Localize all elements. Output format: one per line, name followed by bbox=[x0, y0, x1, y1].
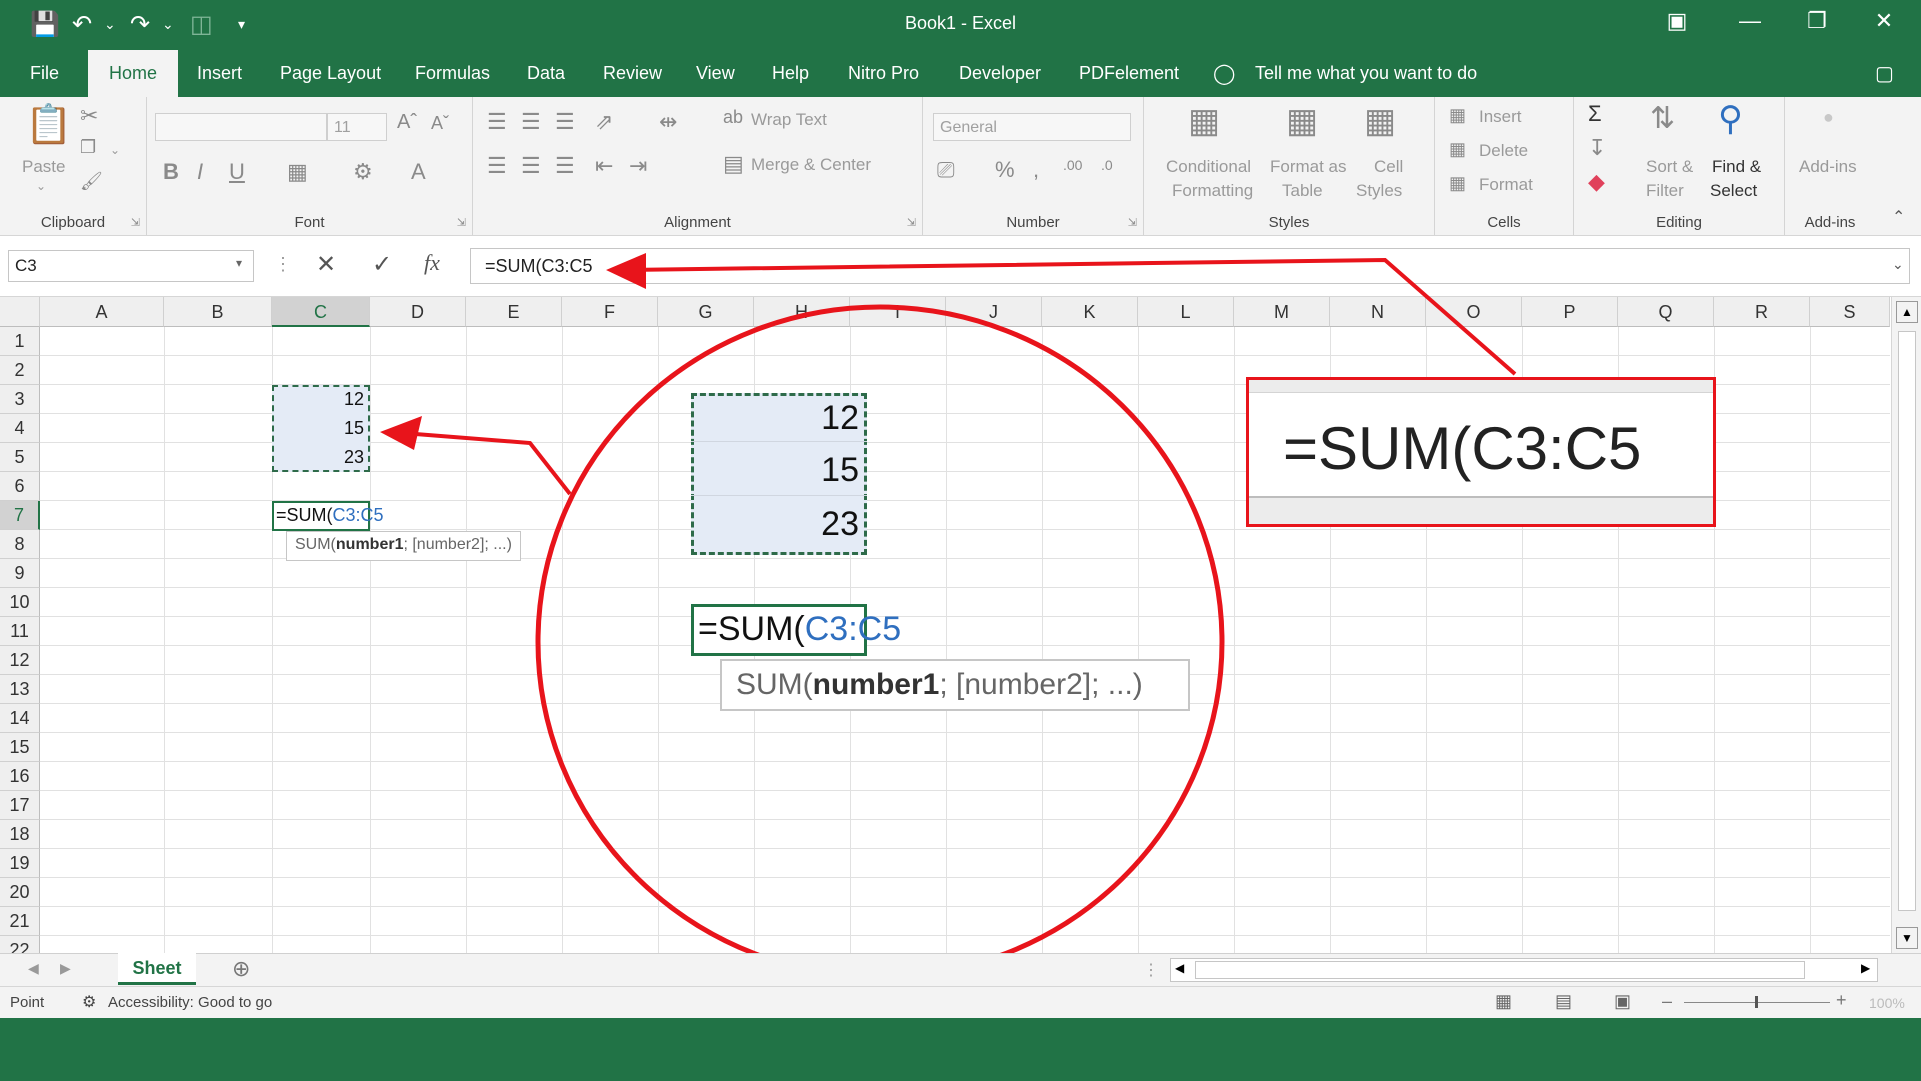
accessibility-icon[interactable]: ⚙ bbox=[82, 992, 96, 1012]
prev-sheet-icon[interactable]: ◀ bbox=[28, 960, 39, 977]
next-sheet-icon[interactable]: ▶ bbox=[60, 960, 71, 977]
scroll-right-icon[interactable]: ▶ bbox=[1861, 961, 1870, 975]
status-bar: Point ⚙ Accessibility: Good to go ▦ ▤ ▣ … bbox=[0, 986, 1921, 1019]
annotation-overlay bbox=[380, 253, 1517, 980]
normal-view-icon[interactable]: ▦ bbox=[1495, 991, 1512, 1012]
accessibility-status[interactable]: Accessibility: Good to go bbox=[108, 994, 272, 1011]
arrowhead-selection bbox=[380, 416, 422, 450]
new-sheet-icon[interactable]: ⊕ bbox=[232, 956, 250, 982]
zoom-circle-outline bbox=[535, 304, 1225, 980]
horizontal-scroll-thumb[interactable] bbox=[1195, 961, 1805, 979]
zoom-out-icon[interactable]: – bbox=[1662, 991, 1672, 1012]
zoom-in-icon[interactable]: + bbox=[1836, 990, 1847, 1011]
page-break-view-icon[interactable]: ▣ bbox=[1614, 991, 1631, 1012]
sheet-tabs-bar: ◀ ▶ Sheet ⊕ ⋮ ◀ ▶ bbox=[0, 953, 1921, 987]
arrowhead-formula-bar bbox=[606, 253, 646, 289]
bottom-band bbox=[0, 1018, 1921, 1081]
arrow-to-formula-bar bbox=[624, 257, 1517, 376]
sheet-tab-sheet[interactable]: Sheet bbox=[118, 953, 196, 985]
zoom-slider-thumb[interactable] bbox=[1755, 996, 1758, 1008]
scroll-left-icon[interactable]: ◀ bbox=[1175, 961, 1184, 975]
status-mode: Point bbox=[10, 994, 45, 1011]
splitter-icon[interactable]: ⋮ bbox=[1143, 960, 1159, 980]
horizontal-scrollbar[interactable]: ◀ ▶ bbox=[1170, 958, 1878, 982]
page-layout-view-icon[interactable]: ▤ bbox=[1555, 991, 1572, 1012]
zoom-level[interactable]: 100% bbox=[1869, 995, 1905, 1011]
arrow-to-selection bbox=[389, 430, 572, 496]
